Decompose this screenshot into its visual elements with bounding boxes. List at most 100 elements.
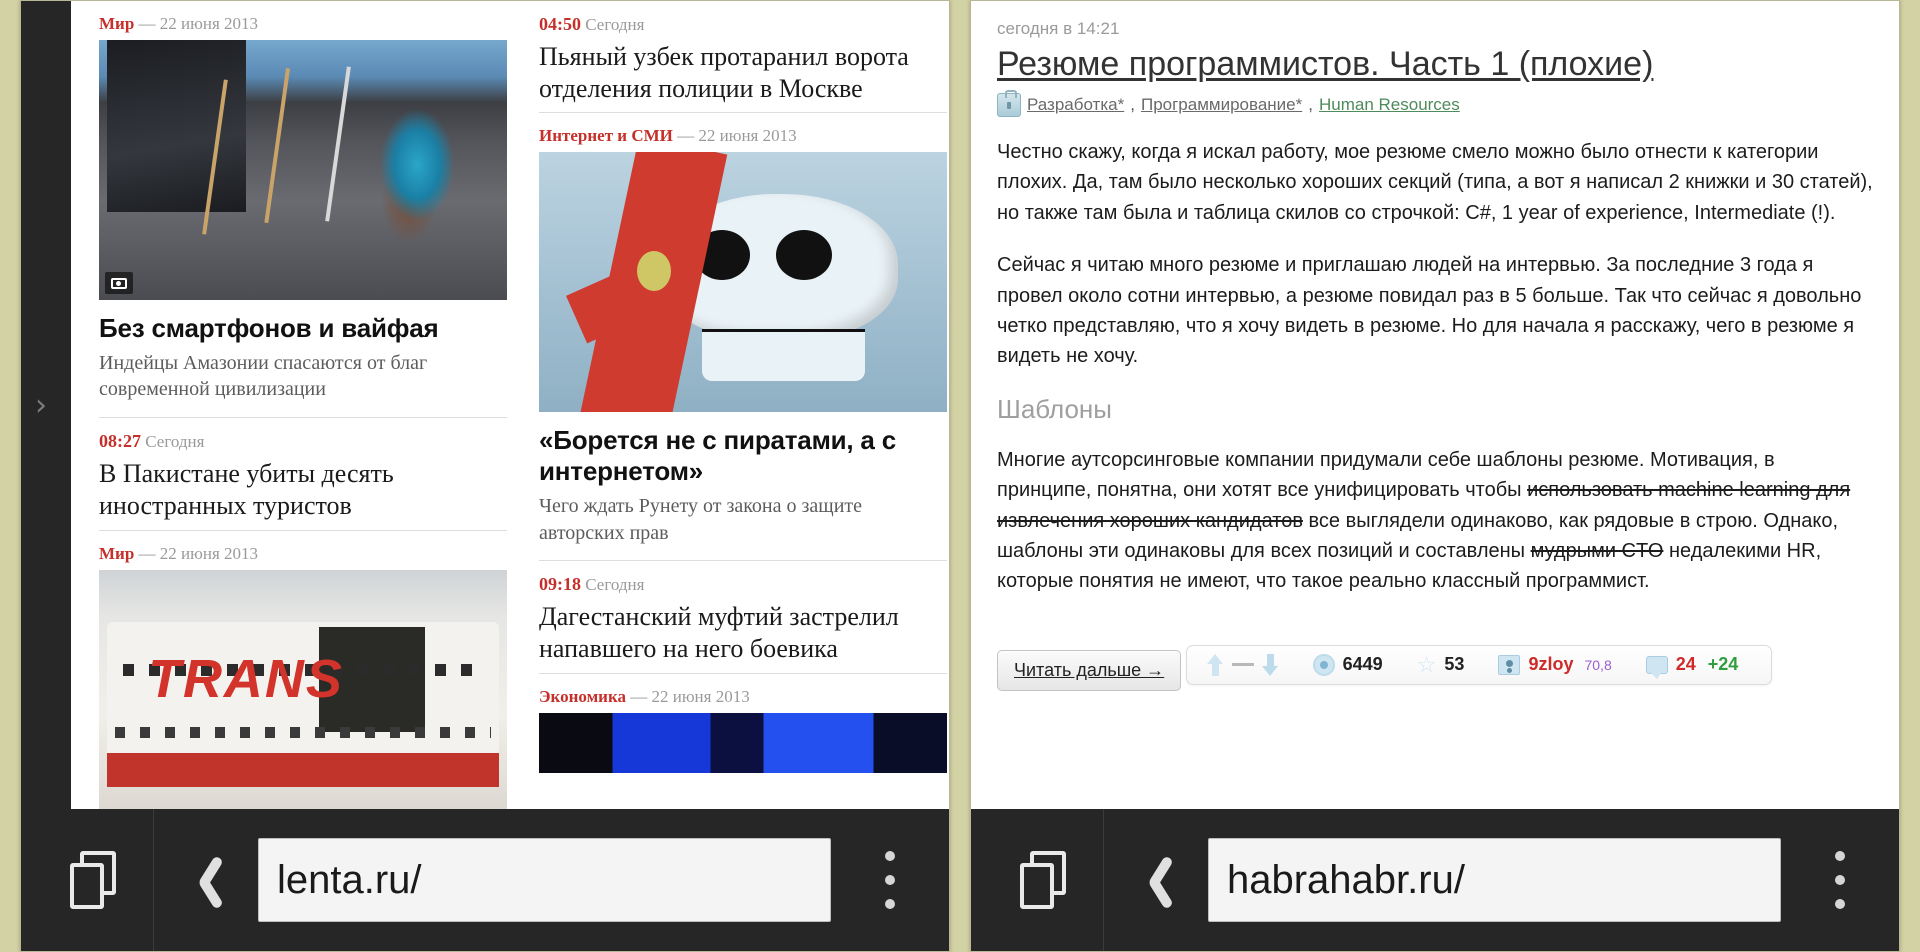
article-headline[interactable]: Дагестанский муфтий застрелил напавшего … bbox=[539, 601, 947, 664]
menu-icon bbox=[1835, 851, 1845, 909]
dash-icon bbox=[1231, 663, 1254, 667]
photo-text: TRANS bbox=[147, 649, 344, 710]
author-karma: 70,8 bbox=[1584, 656, 1612, 673]
author-group[interactable]: 9zloy 70,8 bbox=[1481, 654, 1628, 675]
right-page-viewport: сегодня в 14:21 Резюме программистов. Ча… bbox=[971, 1, 1899, 811]
article-category[interactable]: Мир bbox=[99, 544, 134, 563]
article-kicker: 08:27 Сегодня bbox=[99, 432, 507, 450]
article-photo-amazon[interactable] bbox=[99, 40, 507, 300]
briefcase-icon bbox=[997, 90, 1021, 118]
article-day: Сегодня bbox=[145, 432, 205, 452]
paragraph-3-strike-2: мудрыми CTO bbox=[1530, 539, 1664, 562]
article-day: Сегодня bbox=[585, 15, 645, 34]
photo-artwork bbox=[99, 40, 507, 300]
lenta-column-right: 04:50 Сегодня Пьяный узбек протаранил во… bbox=[539, 1, 947, 773]
article-kicker: Интернет и СМИ — 22 июня 2013 bbox=[539, 127, 947, 144]
screenshot-stage: › Мир — 22 июня 2013 Без смартфонов и ва… bbox=[0, 0, 1920, 952]
read-more-button[interactable]: Читать дальше → bbox=[997, 649, 1182, 691]
left-browser-toolbar: lenta.ru/ bbox=[21, 809, 949, 951]
article-time: 08:27 bbox=[99, 431, 141, 452]
back-button[interactable] bbox=[154, 853, 258, 907]
divider bbox=[99, 417, 507, 419]
kicker-dash: — bbox=[138, 14, 156, 33]
kicker-dash: — bbox=[677, 126, 695, 146]
url-text[interactable]: lenta.ru/ bbox=[277, 858, 422, 903]
post-rating-bar: 6449 ☆ 53 9zloy 70,8 24 +24 bbox=[1185, 644, 1773, 685]
article-photo-plane[interactable]: TRANS bbox=[99, 569, 507, 811]
article-category[interactable]: Мир bbox=[99, 14, 134, 33]
favorites-count: 53 bbox=[1444, 654, 1465, 675]
article-headline[interactable]: В Пакистане убиты десять иностранных тур… bbox=[99, 458, 507, 521]
right-browser-toolbar: habrahabr.ru/ bbox=[971, 809, 1899, 951]
article-photo-pirate[interactable] bbox=[539, 152, 947, 413]
article-photo-economy[interactable] bbox=[539, 712, 947, 773]
article-subhead: Чего ждать Рунету от закона о защите авт… bbox=[539, 494, 863, 544]
article-time: 09:18 bbox=[539, 574, 581, 595]
comments-new-count: +24 bbox=[1707, 654, 1739, 675]
star-icon: ☆ bbox=[1416, 651, 1437, 677]
hub-link-razrabotka[interactable]: Разработка* bbox=[1027, 95, 1124, 115]
back-button[interactable] bbox=[1104, 853, 1208, 907]
arrow-down-icon[interactable] bbox=[1261, 653, 1279, 676]
chevron-right-icon[interactable]: › bbox=[35, 391, 47, 421]
tabs-icon bbox=[1020, 851, 1068, 909]
back-icon bbox=[1139, 853, 1173, 907]
tabs-button[interactable] bbox=[35, 851, 153, 909]
favorites-group[interactable]: ☆ 53 bbox=[1400, 651, 1482, 677]
lenta-column-left: Мир — 22 июня 2013 Без смартфонов и вайф… bbox=[99, 1, 507, 811]
eye-icon bbox=[1312, 653, 1335, 676]
right-browser-window: сегодня в 14:21 Резюме программистов. Ча… bbox=[970, 0, 1900, 952]
photo-artwork: TRANS bbox=[99, 569, 507, 811]
article-kicker: 09:18 Сегодня bbox=[539, 575, 947, 593]
post-section-heading: Шаблоны bbox=[997, 393, 1112, 424]
menu-button[interactable] bbox=[831, 851, 949, 909]
kicker-dash: — bbox=[138, 543, 156, 563]
comments-group[interactable]: 24 +24 bbox=[1629, 654, 1756, 679]
url-bar[interactable]: lenta.ru/ bbox=[258, 838, 831, 922]
comments-count: 24 bbox=[1675, 654, 1696, 675]
habr-post: сегодня в 14:21 Резюме программистов. Ча… bbox=[971, 1, 1899, 811]
hub-link-human-resources[interactable]: Human Resources bbox=[1319, 95, 1460, 115]
divider bbox=[539, 672, 947, 674]
vote-group bbox=[1203, 653, 1296, 676]
post-paragraph-3: Многие аутсорсинговые компании придумали… bbox=[997, 445, 1873, 597]
article-kicker: 04:50 Сегодня bbox=[539, 15, 947, 33]
article-date: 22 июня 2013 bbox=[159, 14, 259, 33]
hub-separator: , bbox=[1308, 95, 1313, 115]
divider bbox=[99, 529, 507, 531]
user-icon bbox=[1498, 654, 1521, 675]
lenta-content: Мир — 22 июня 2013 Без смартфонов и вайф… bbox=[71, 1, 949, 811]
url-bar[interactable]: habrahabr.ru/ bbox=[1208, 838, 1781, 922]
comment-icon bbox=[1645, 655, 1668, 679]
back-icon bbox=[189, 853, 223, 907]
views-count: 6449 bbox=[1342, 654, 1383, 675]
hub-link-programmirovanie[interactable]: Программирование* bbox=[1141, 95, 1302, 115]
article-date: 22 июня 2013 bbox=[651, 686, 750, 706]
photo-artwork bbox=[539, 712, 947, 773]
article-time: 04:50 bbox=[539, 14, 581, 34]
lenta-left-rail[interactable]: › bbox=[21, 1, 71, 811]
article-category[interactable]: Экономика bbox=[539, 687, 626, 706]
menu-button[interactable] bbox=[1781, 851, 1899, 909]
post-title[interactable]: Резюме программистов. Часть 1 (плохие) bbox=[997, 45, 1873, 83]
post-timestamp: сегодня в 14:21 bbox=[997, 19, 1120, 38]
divider bbox=[539, 112, 947, 114]
kicker-dash: — bbox=[630, 686, 648, 706]
views-group: 6449 bbox=[1296, 653, 1400, 676]
url-text[interactable]: habrahabr.ru/ bbox=[1227, 858, 1465, 903]
arrow-up-icon[interactable] bbox=[1206, 653, 1224, 676]
article-headline[interactable]: Без смартфонов и вайфая bbox=[99, 313, 507, 344]
article-subhead: Индейцы Амазонии спасаются от благ совре… bbox=[99, 351, 428, 401]
post-hubs: Разработка* , Программирование* , Human … bbox=[997, 90, 1873, 118]
article-headline[interactable]: «Борется не с пиратами, а с интернетом» bbox=[539, 425, 947, 486]
article-kicker: Мир — 22 июня 2013 bbox=[99, 545, 507, 562]
article-headline[interactable]: Пьяный узбек протаранил ворота отделения… bbox=[539, 41, 947, 104]
tabs-icon bbox=[70, 851, 118, 909]
article-date: 22 июня 2013 bbox=[159, 543, 259, 563]
menu-icon bbox=[885, 851, 895, 909]
article-kicker: Мир — 22 июня 2013 bbox=[99, 15, 507, 32]
article-category[interactable]: Интернет и СМИ bbox=[539, 126, 673, 145]
author-name[interactable]: 9zloy bbox=[1528, 654, 1573, 675]
tabs-button[interactable] bbox=[985, 851, 1103, 909]
left-browser-window: › Мир — 22 июня 2013 Без смартфонов и ва… bbox=[20, 0, 950, 952]
